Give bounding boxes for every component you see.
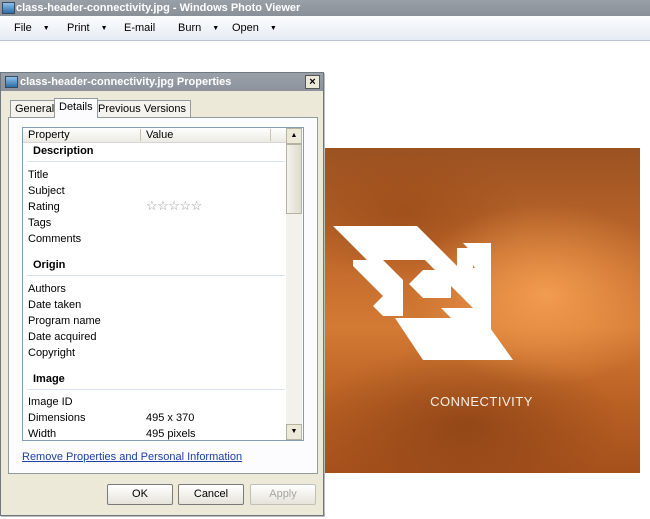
menu-burn[interactable]: Burn ▼ <box>178 21 219 35</box>
scrollbar-thumb[interactable] <box>286 144 302 214</box>
property-name: Program name <box>28 315 101 327</box>
connectivity-logo <box>333 226 513 360</box>
dropdown-arrow-icon: ▼ <box>100 25 108 32</box>
group-divider <box>27 389 285 390</box>
property-name: Comments <box>28 233 82 245</box>
group-title-description: Description <box>33 145 94 157</box>
property-name: Date taken <box>28 299 82 311</box>
group-title-image: Image <box>33 373 65 385</box>
column-header-value[interactable]: Value <box>146 129 173 141</box>
dropdown-arrow-icon: ▼ <box>269 25 277 32</box>
app-icon <box>2 2 15 14</box>
scroll-down-icon[interactable]: ▼ <box>286 424 302 440</box>
apply-button[interactable]: Apply <box>250 484 316 505</box>
photo-caption: CONNECTIVITY <box>430 394 533 409</box>
property-name: Subject <box>28 185 65 197</box>
menu-bar: File ▼ Print ▼ E-mail Burn ▼ Open ▼ <box>0 16 650 41</box>
file-icon <box>5 76 18 88</box>
property-name: Tags <box>28 217 52 229</box>
group-title-origin: Origin <box>33 259 66 271</box>
list-header: Property Value <box>23 128 287 143</box>
property-name: Dimensions <box>28 412 86 424</box>
tab-details[interactable]: Details <box>54 98 98 118</box>
window-title: class-header-connectivity.jpg - Windows … <box>16 2 301 14</box>
scroll-up-icon[interactable]: ▲ <box>286 128 302 144</box>
property-value: 495 x 370 <box>146 412 195 424</box>
property-list[interactable]: Property Value Description Title Subject… <box>22 127 304 441</box>
property-name: Date acquired <box>28 331 97 343</box>
dropdown-arrow-icon: ▼ <box>42 25 50 32</box>
property-value: 495 pixels <box>146 428 196 440</box>
menu-burn-label: Burn <box>178 22 202 34</box>
menu-file[interactable]: File ▼ <box>14 21 50 35</box>
tab-previous-versions[interactable]: Previous Versions <box>93 100 192 118</box>
window-title-bar: class-header-connectivity.jpg - Windows … <box>0 0 650 16</box>
group-divider <box>27 161 285 162</box>
group-divider <box>27 275 285 276</box>
property-name: Image ID <box>28 396 73 408</box>
close-icon[interactable]: × <box>305 75 320 89</box>
star-icon[interactable]: ☆☆☆☆☆ <box>146 198 202 214</box>
property-name: Authors <box>28 283 66 295</box>
dropdown-arrow-icon: ▼ <box>212 25 220 32</box>
tab-general[interactable]: General <box>10 100 60 118</box>
property-name: Width <box>28 428 57 440</box>
property-name: Rating <box>28 201 60 213</box>
property-name: Title <box>28 169 49 181</box>
column-divider[interactable] <box>140 129 141 141</box>
menu-open-label: Open <box>232 22 259 34</box>
property-name: Copyright <box>28 347 76 359</box>
column-header-property[interactable]: Property <box>28 129 70 141</box>
menu-email[interactable]: E-mail <box>124 21 155 35</box>
dialog-title-bar: class-header-connectivity.jpg Properties… <box>1 73 323 91</box>
dialog-title: class-header-connectivity.jpg Properties <box>20 76 232 88</box>
column-divider[interactable] <box>270 129 271 141</box>
vertical-scrollbar[interactable]: ▲ ▼ <box>286 128 302 440</box>
cancel-button[interactable]: Cancel <box>178 484 244 505</box>
menu-file-label: File <box>14 22 32 34</box>
menu-print-label: Print <box>67 22 90 34</box>
menu-print[interactable]: Print ▼ <box>67 21 108 35</box>
remove-properties-link[interactable]: Remove Properties and Personal Informati… <box>22 451 242 463</box>
menu-email-label: E-mail <box>124 22 156 34</box>
ok-button[interactable]: OK <box>107 484 173 505</box>
photo-view[interactable]: CONNECTIVITY <box>323 148 640 473</box>
menu-open[interactable]: Open ▼ <box>232 21 277 35</box>
